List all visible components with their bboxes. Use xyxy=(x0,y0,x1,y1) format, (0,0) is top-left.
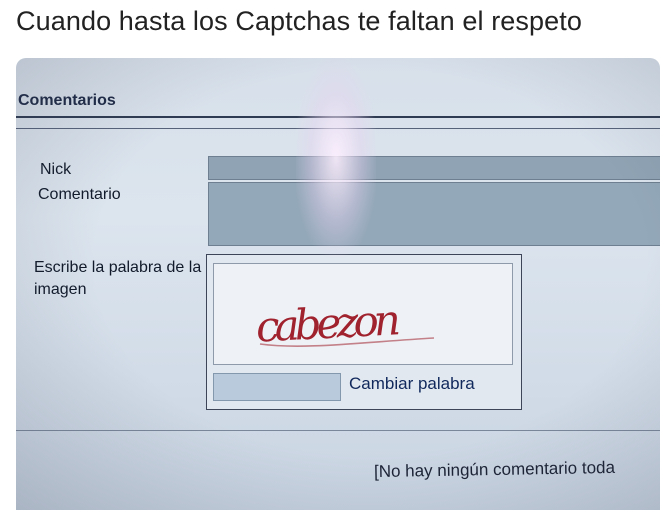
change-word-link[interactable]: Cambiar palabra xyxy=(349,374,475,394)
header-divider xyxy=(16,116,660,118)
nick-label: Nick xyxy=(40,161,72,178)
footer-divider xyxy=(16,430,660,431)
captcha-label: Escribe la palabra de la imagen xyxy=(34,259,202,298)
screen-photo: Comentarios Nick Comentario Escribe la p… xyxy=(16,58,660,510)
comment-textarea[interactable] xyxy=(208,182,660,246)
captcha-word: cabezon xyxy=(255,295,400,351)
meme-caption: Cuando hasta los Captchas te faltan el r… xyxy=(16,6,582,36)
captcha-image: cabezon xyxy=(213,263,513,365)
captcha-input[interactable] xyxy=(213,373,341,401)
captcha-word-image: cabezon xyxy=(255,295,435,352)
section-title: Comentarios xyxy=(18,92,116,109)
nick-input[interactable] xyxy=(208,156,660,180)
header-divider-thin xyxy=(16,128,660,129)
comment-label: Comentario xyxy=(38,186,121,203)
empty-comments-message: [No hay ningún comentario toda xyxy=(373,457,616,482)
captcha-box: cabezon Cambiar palabra xyxy=(206,254,522,410)
